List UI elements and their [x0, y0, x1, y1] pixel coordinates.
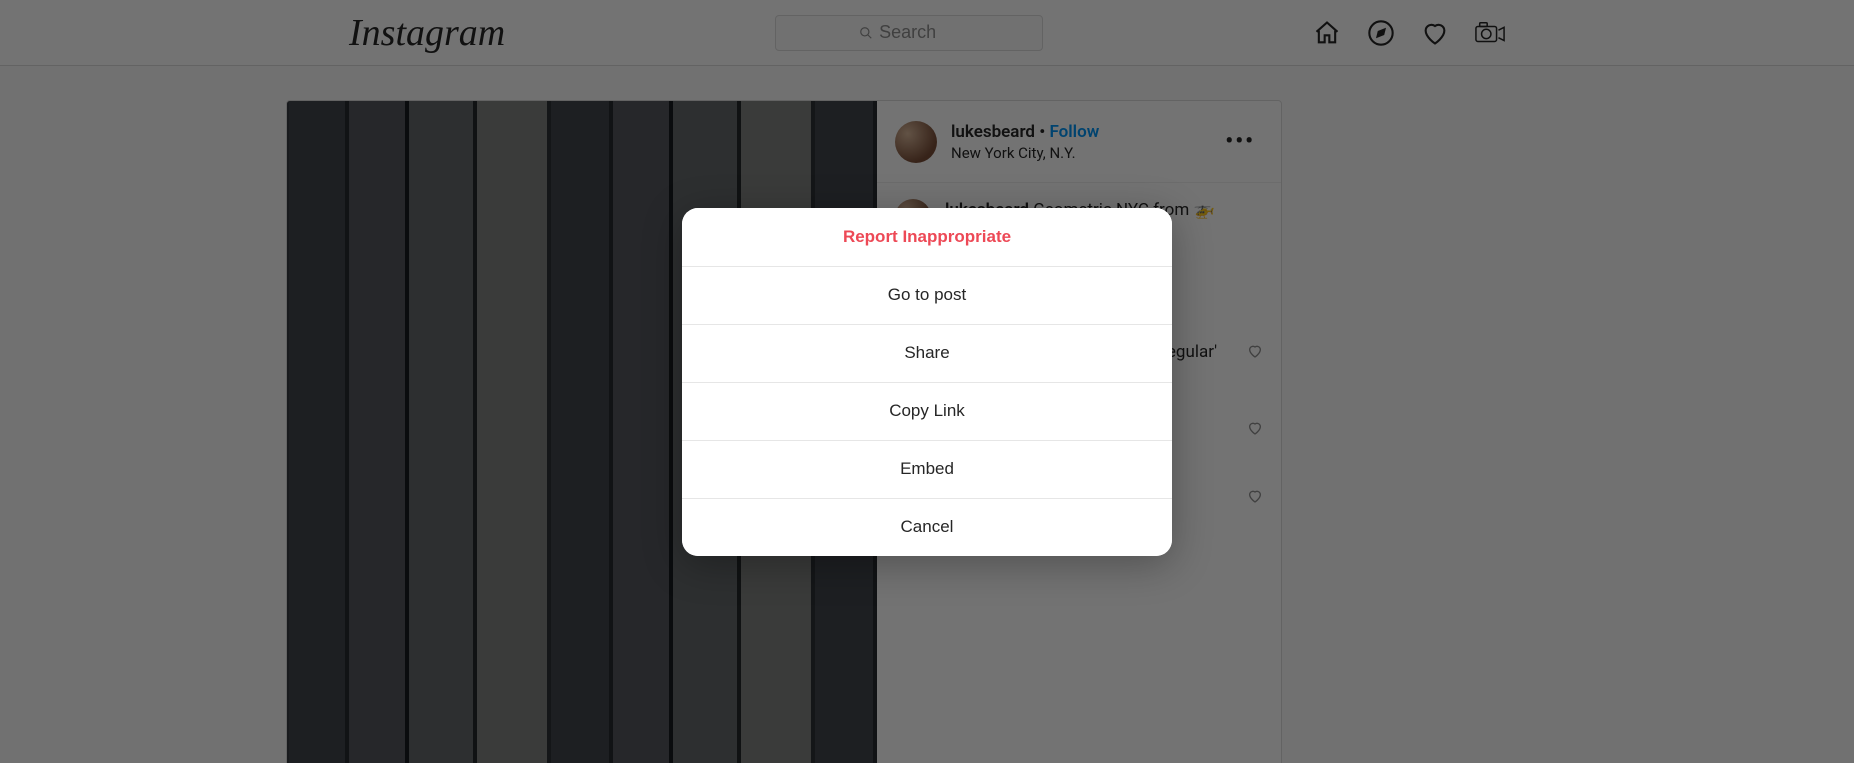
sheet-copy-link[interactable]: Copy Link	[682, 382, 1172, 440]
sheet-go-to-post[interactable]: Go to post	[682, 266, 1172, 324]
sheet-embed[interactable]: Embed	[682, 440, 1172, 498]
modal-scrim[interactable]: Report Inappropriate Go to post Share Co…	[0, 0, 1854, 763]
sheet-cancel[interactable]: Cancel	[682, 498, 1172, 556]
options-sheet: Report Inappropriate Go to post Share Co…	[682, 208, 1172, 556]
sheet-report-inappropriate[interactable]: Report Inappropriate	[682, 208, 1172, 266]
sheet-share[interactable]: Share	[682, 324, 1172, 382]
